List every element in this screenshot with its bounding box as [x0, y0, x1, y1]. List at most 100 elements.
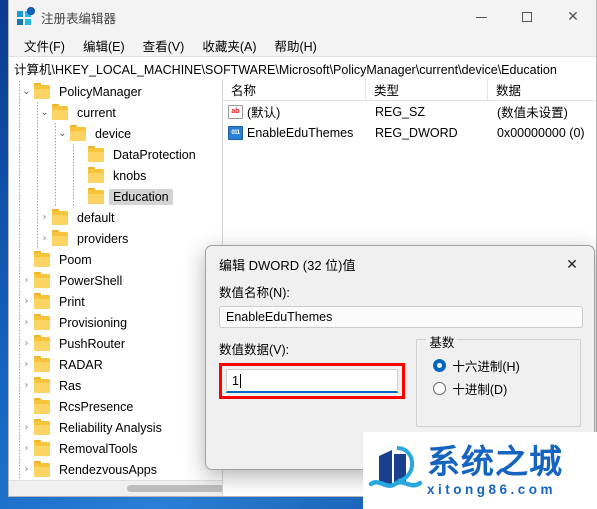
radio-hexadecimal-indicator[interactable] [433, 359, 447, 372]
menu-edit[interactable]: 编辑(E) [74, 34, 134, 57]
tree-indent [9, 102, 38, 123]
tree-item-label: Reliability Analysis [59, 420, 162, 435]
radio-hexadecimal[interactable]: 十六进制(H) [433, 356, 580, 375]
base-radio-group: 基数 十六进制(H) 十进制(D) [416, 332, 581, 427]
dword-value-icon: 011 [228, 125, 243, 140]
tree-item-education[interactable]: Education [9, 186, 222, 207]
tree-item-device[interactable]: ⌄ device [9, 123, 222, 144]
folder-icon [88, 167, 105, 183]
folder-icon [34, 377, 51, 393]
chevron-right-icon[interactable]: › [19, 417, 34, 438]
folder-icon [88, 188, 105, 204]
menu-file[interactable]: 文件(F) [15, 34, 74, 57]
column-header-type[interactable]: 类型 [366, 79, 488, 100]
values-list: ab (默认) REG_SZ (数值未设置) 011 EnableEduThemes REG… [223, 101, 596, 143]
tree-item-rcspresence[interactable]: RcsPresence [9, 396, 222, 417]
tree-item-provisioning[interactable]: › Provisioning [9, 312, 222, 333]
chevron-down-icon[interactable]: ⌄ [37, 102, 52, 123]
tree-item-label: Education [109, 188, 173, 205]
tree-item-radar[interactable]: › RADAR [9, 354, 222, 375]
tree-item-policymanager[interactable]: ⌄ PolicyManager [9, 81, 222, 102]
value-data-cell: (数值未设置) [497, 106, 568, 120]
tree-item-label: RADAR [59, 357, 103, 372]
chevron-right-icon[interactable]: › [19, 333, 34, 354]
chevron-right-icon[interactable]: › [37, 228, 52, 249]
value-name-text: (默认) [247, 106, 281, 120]
radio-decimal[interactable]: 十进制(D) [433, 379, 580, 398]
values-column-header: 名称 类型 数据 [223, 79, 596, 101]
tree-item-print[interactable]: › Print [9, 291, 222, 312]
column-header-name[interactable]: 名称 [223, 79, 366, 100]
tree-scroll-thumb[interactable] [127, 485, 222, 492]
text-caret [239, 373, 241, 388]
value-data-column: 数值数据(V): 1 [219, 339, 409, 427]
dialog-title: 编辑 DWORD (32 位)值 [219, 257, 356, 273]
tree-item-current[interactable]: ⌄ current [9, 102, 222, 123]
chevron-right-icon[interactable]: › [19, 459, 34, 480]
tree-item-label: DataProtection [113, 147, 196, 162]
folder-icon [52, 104, 69, 120]
tree-item-default[interactable]: › default [9, 207, 222, 228]
tree-indent [9, 249, 20, 270]
menu-help[interactable]: 帮助(H) [265, 34, 325, 57]
tree-indent [9, 375, 20, 396]
registry-tree-pane: ⌄ PolicyManager ⌄ current ⌄ device DataProtect… [9, 79, 223, 496]
value-data-input[interactable]: 1 [226, 369, 398, 393]
radio-decimal-indicator[interactable] [433, 382, 447, 395]
tree-indent [9, 396, 20, 417]
chevron-right-icon[interactable]: › [19, 354, 34, 375]
chevron-down-icon[interactable]: ⌄ [19, 81, 34, 102]
menu-view[interactable]: 查看(V) [134, 34, 194, 57]
minimize-button[interactable] [458, 0, 504, 34]
dialog-close-icon[interactable]: ✕ [550, 246, 594, 282]
chevron-right-icon[interactable]: › [19, 312, 34, 333]
folder-icon [70, 125, 87, 141]
chevron-down-icon[interactable]: ⌄ [55, 123, 70, 144]
value-row[interactable]: 011 EnableEduThemes REG_DWORD 0x00000000 (0… [223, 122, 596, 143]
tree-item-label: RcsPresence [59, 399, 134, 414]
value-name-text: EnableEduThemes [226, 310, 333, 324]
chevron-right-icon[interactable]: › [19, 438, 34, 459]
address-bar[interactable]: 计算机\HKEY_LOCAL_MACHINE\SOFTWARE\Microsof… [9, 57, 596, 80]
watermark-logo-icon [365, 440, 427, 502]
chevron-right-icon[interactable]: › [19, 270, 34, 291]
folder-icon [34, 251, 51, 267]
tree-item-poom[interactable]: Poom [9, 249, 222, 270]
tree-item-powershell[interactable]: › PowerShell [9, 270, 222, 291]
value-name-input[interactable]: EnableEduThemes [219, 306, 583, 328]
folder-icon [88, 146, 105, 162]
chevron-right-icon[interactable]: › [37, 207, 52, 228]
value-data-text: 1 [232, 373, 239, 388]
watermark-building-icon [368, 445, 423, 488]
value-data-cell: 0x00000000 (0) [497, 125, 585, 140]
tree-item-rendezvousapps[interactable]: › RendezvousApps [9, 459, 222, 480]
tree-item-providers[interactable]: › providers [9, 228, 222, 249]
chevron-right-icon[interactable]: › [19, 375, 34, 396]
folder-icon [34, 356, 51, 372]
tree-item-label: Ras [59, 378, 82, 393]
tree-item-ras[interactable]: › Ras [9, 375, 222, 396]
tree-item-label: Poom [59, 252, 92, 267]
value-name-cell: 011 EnableEduThemes [223, 125, 366, 140]
registry-tree: ⌄ PolicyManager ⌄ current ⌄ device DataProtect… [9, 79, 222, 496]
value-row[interactable]: ab (默认) REG_SZ (数值未设置) [223, 101, 596, 122]
tree-indent [9, 312, 20, 333]
tree-item-reliability-analysis[interactable]: › Reliability Analysis [9, 417, 222, 438]
tree-item-knobs[interactable]: knobs [9, 165, 222, 186]
chevron-right-icon[interactable]: › [19, 291, 34, 312]
tree-item-label: default [77, 210, 115, 225]
tree-item-dataprotection[interactable]: DataProtection [9, 144, 222, 165]
tree-horizontal-scrollbar[interactable] [9, 480, 222, 496]
watermark-text: 系统之城 xitong86.com [427, 445, 597, 497]
dialog-body: 数值名称(N): EnableEduThemes 数值数据(V): 1 基数 十… [206, 282, 594, 427]
tree-item-pushrouter[interactable]: › PushRouter [9, 333, 222, 354]
column-header-data[interactable]: 数据 [488, 79, 596, 100]
tree-indent [9, 354, 20, 375]
close-icon[interactable]: ✕ [550, 0, 596, 34]
tree-item-label: providers [77, 231, 129, 246]
menu-favorites[interactable]: 收藏夹(A) [193, 34, 265, 57]
tree-item-removaltools[interactable]: › RemovalTools [9, 438, 222, 459]
maximize-button[interactable] [504, 0, 550, 34]
value-data-label: 数值数据(V): [219, 343, 290, 357]
value-name-cell: ab (默认) [223, 102, 366, 121]
